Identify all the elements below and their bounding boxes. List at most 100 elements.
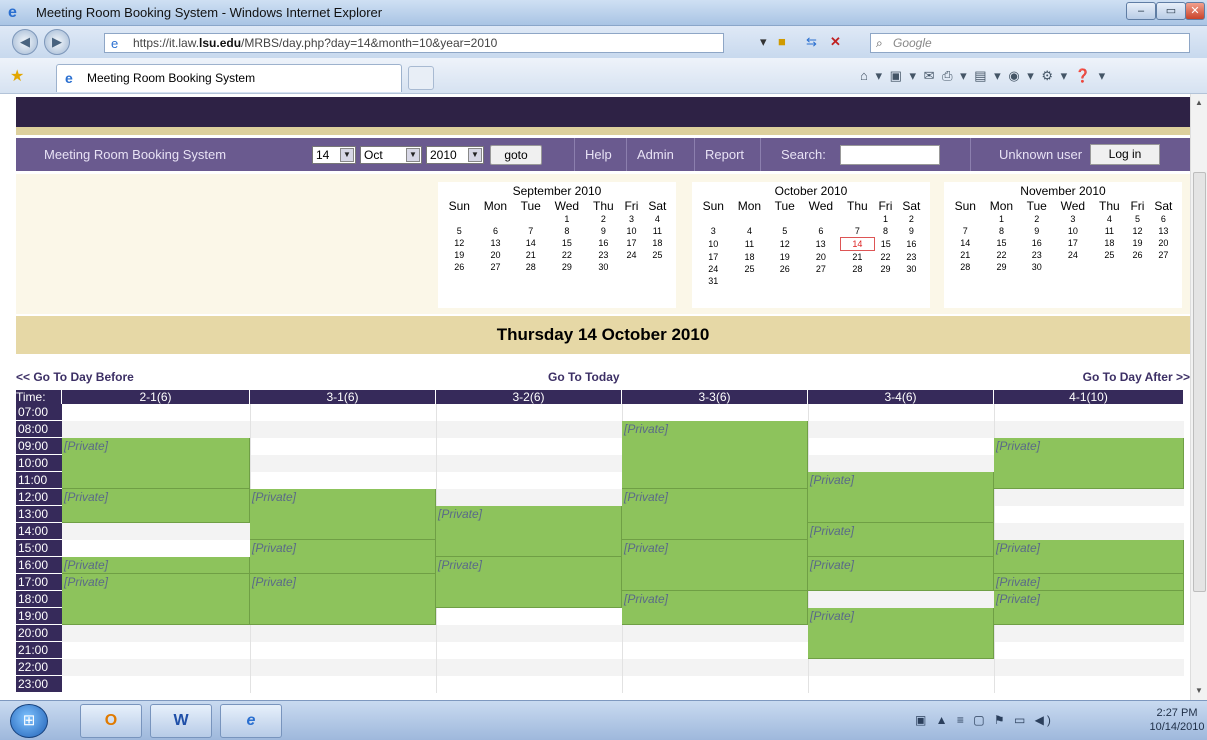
tab-meeting-room[interactable]: e Meeting Room Booking System (56, 64, 402, 92)
calendar-day[interactable]: 11 (731, 238, 769, 251)
booking-entry[interactable]: [Private] (622, 489, 808, 540)
booking-entry[interactable]: [Private] (62, 438, 250, 489)
calendar-day[interactable]: 10 (1053, 225, 1093, 237)
calendar-day[interactable]: 27 (477, 261, 515, 273)
time-row[interactable] (62, 642, 1184, 659)
dropdown-arrow-icon[interactable]: ▾ (760, 34, 767, 50)
refresh-icon[interactable]: ⇆ (806, 34, 817, 50)
report-link[interactable]: Report (694, 138, 760, 171)
calendar-day[interactable]: 3 (620, 213, 643, 225)
calendar-day[interactable]: 6 (1149, 213, 1178, 225)
calendar-day[interactable]: 15 (983, 237, 1021, 249)
calendar-day[interactable]: 7 (841, 225, 874, 238)
calendar-day[interactable]: 9 (897, 225, 926, 238)
back-button[interactable]: ◀ (12, 29, 38, 55)
calendar-day[interactable]: 5 (442, 225, 477, 237)
calendar-day[interactable]: 29 (874, 263, 897, 275)
calendar-day[interactable]: 27 (1149, 249, 1178, 261)
calendar-day[interactable]: 17 (620, 237, 643, 249)
calendar-day[interactable]: 20 (801, 251, 841, 264)
calendar-day[interactable]: 7 (948, 225, 983, 237)
booking-entry[interactable]: [Private] (62, 574, 250, 625)
start-button[interactable]: ⊞ (10, 704, 48, 738)
room-column-header[interactable]: 3-4(6) (808, 390, 994, 404)
calendar-day[interactable]: 25 (643, 249, 672, 261)
new-tab-button[interactable] (408, 66, 434, 90)
booking-entry[interactable]: [Private] (994, 438, 1184, 489)
calendar-day[interactable]: 8 (983, 225, 1021, 237)
time-row[interactable] (62, 659, 1184, 676)
ie-taskbar-button[interactable]: e (220, 704, 282, 738)
calendar-day[interactable]: 6 (801, 225, 841, 238)
calendar-day[interactable]: 30 (587, 261, 620, 273)
booking-entry[interactable]: [Private] (62, 557, 250, 574)
calendar-day[interactable]: 28 (948, 261, 983, 273)
calendar-day[interactable]: 17 (696, 251, 731, 264)
time-row[interactable] (62, 676, 1184, 693)
word-taskbar-button[interactable]: W (150, 704, 212, 738)
calendar-day[interactable]: 21 (948, 249, 983, 261)
calendar-day[interactable]: 11 (643, 225, 672, 237)
calendar-day[interactable]: 18 (731, 251, 769, 264)
url-field[interactable]: e https://it.law.lsu.edu/MRBS/day.php?da… (104, 33, 724, 53)
admin-link[interactable]: Admin (626, 138, 694, 171)
calendar-day[interactable]: 10 (696, 238, 731, 251)
calendar-day[interactable]: 11 (1093, 225, 1126, 237)
calendar-day[interactable]: 1 (874, 213, 897, 225)
calendar-day-today[interactable]: 14 (840, 237, 875, 251)
booking-entry[interactable]: [Private] (250, 540, 436, 574)
calendar-day[interactable]: 12 (768, 238, 801, 251)
calendar-day[interactable]: 1 (547, 213, 587, 225)
goto-button[interactable]: goto (490, 145, 542, 165)
calendar-day[interactable]: 16 (1020, 237, 1053, 249)
calendar-day[interactable]: 26 (442, 261, 477, 273)
minimize-button[interactable]: – (1126, 2, 1156, 20)
scroll-up-icon[interactable]: ▲ (1195, 98, 1203, 107)
stop-icon[interactable]: ✕ (830, 34, 841, 50)
booking-entry[interactable]: [Private] (808, 608, 994, 659)
booking-entry[interactable]: [Private] (994, 540, 1184, 574)
close-window-button[interactable]: ✕ (1185, 2, 1205, 20)
calendar-day[interactable]: 13 (1149, 225, 1178, 237)
booking-entry[interactable]: [Private] (436, 506, 622, 557)
calendar-day[interactable]: 30 (897, 263, 926, 275)
calendar-day[interactable]: 2 (587, 213, 620, 225)
calendar-day[interactable]: 31 (696, 275, 731, 287)
day-select[interactable]: 14 ▼ (312, 146, 356, 164)
calendar-day[interactable]: 26 (768, 263, 801, 275)
mini-calendar-title[interactable]: November 2010 (944, 184, 1182, 199)
calendar-day[interactable]: 20 (1149, 237, 1178, 249)
brand-link[interactable]: Meeting Room Booking System (16, 138, 296, 171)
calendar-day[interactable]: 24 (620, 249, 643, 261)
calendar-day[interactable]: 16 (897, 238, 926, 251)
calendar-day[interactable]: 2 (897, 213, 926, 225)
calendar-day[interactable]: 17 (1053, 237, 1093, 249)
calendar-day[interactable]: 8 (547, 225, 587, 237)
calendar-day[interactable]: 4 (731, 225, 769, 238)
calendar-day[interactable]: 8 (874, 225, 897, 238)
calendar-day[interactable]: 14 (948, 237, 983, 249)
mini-calendar-title[interactable]: October 2010 (692, 184, 930, 199)
booking-entry[interactable]: [Private] (436, 557, 622, 608)
calendar-day[interactable]: 25 (1093, 249, 1126, 261)
calendar-day[interactable]: 1 (983, 213, 1021, 225)
calendar-day[interactable]: 18 (1093, 237, 1126, 249)
calendar-day[interactable]: 28 (841, 263, 874, 275)
calendar-day[interactable]: 25 (731, 263, 769, 275)
booking-entry[interactable]: [Private] (994, 574, 1184, 591)
calendar-day[interactable]: 12 (442, 237, 477, 249)
calendar-day[interactable]: 15 (874, 238, 897, 251)
calendar-day[interactable]: 10 (620, 225, 643, 237)
booking-entry[interactable]: [Private] (62, 489, 250, 523)
calendar-day[interactable]: 9 (587, 225, 620, 237)
room-column-header[interactable]: 4-1(10) (994, 390, 1184, 404)
calendar-day[interactable]: 20 (477, 249, 515, 261)
system-tray-icons[interactable]: ▣ ▲ ≡ ▢ ⚑ ▭ ◀) (915, 713, 1054, 727)
booking-entry[interactable]: [Private] (808, 472, 994, 523)
calendar-day[interactable]: 23 (897, 251, 926, 264)
calendar-day[interactable]: 15 (547, 237, 587, 249)
calendar-day[interactable]: 26 (1126, 249, 1149, 261)
next-day-link[interactable]: Go To Day After >> (1083, 370, 1190, 384)
calendar-day[interactable]: 13 (477, 237, 515, 249)
calendar-day[interactable]: 28 (514, 261, 547, 273)
